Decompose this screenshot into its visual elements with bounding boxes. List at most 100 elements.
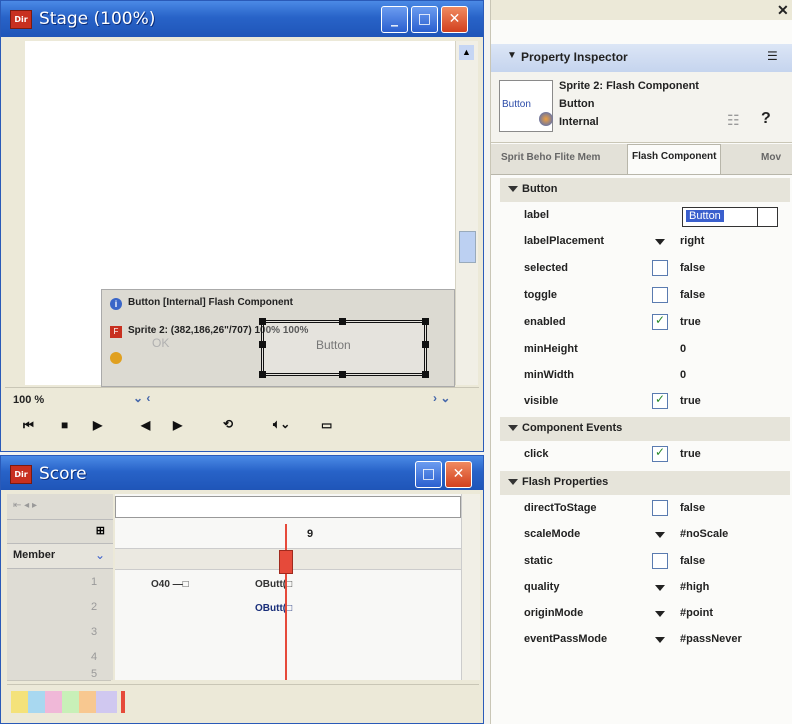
prop-enabled[interactable]: enabled true — [500, 310, 790, 336]
static-checkbox[interactable] — [652, 553, 668, 569]
resize-handle[interactable] — [422, 341, 429, 348]
score-titlebar[interactable]: Dir Score □ ✕ — [1, 456, 483, 490]
close-button[interactable]: ✕ — [441, 6, 468, 33]
help-icon[interactable]: ? — [761, 110, 771, 128]
stage-bottom-bar: 100 % ⌄ ‹ › ⌄ ⏮ ■ ▶ ◀ ▶ ⟲ 🔈︎⌄ ▭ — [5, 387, 479, 448]
play-icon[interactable]: ▶ — [93, 418, 102, 432]
prop-labelPlacement[interactable]: labelPlacement right — [500, 229, 790, 255]
score-label-strip[interactable] — [115, 496, 461, 518]
section-flash-properties[interactable]: Flash Properties — [500, 471, 790, 495]
dropdown-arrow-icon[interactable] — [655, 532, 665, 538]
member-label: Member — [13, 549, 56, 561]
script-channel-icon[interactable]: ⊞ — [7, 520, 113, 544]
behavior-icon — [110, 352, 122, 364]
stage-title: Stage (100%) — [39, 9, 156, 29]
sprite-span[interactable]: OButt(□ — [255, 578, 319, 594]
maximize-button[interactable]: □ — [411, 6, 438, 33]
member-name: Button — [559, 98, 595, 110]
resize-handle[interactable] — [422, 318, 429, 325]
dropdown-arrow-icon[interactable] — [655, 239, 665, 245]
playhead-handle[interactable] — [279, 550, 293, 574]
prop-eventPassMode[interactable]: eventPassMode #passNever — [500, 627, 790, 653]
step-forward-icon[interactable]: ▶ — [173, 418, 182, 432]
enabled-checkbox[interactable] — [652, 313, 668, 330]
prop-minHeight[interactable]: minHeight 0 — [500, 337, 790, 363]
zoom-level[interactable]: 100 % — [13, 394, 44, 406]
collapse-triangle-icon[interactable]: ▼ — [507, 50, 517, 61]
section-button[interactable]: Button — [500, 178, 790, 202]
zoom-dropdown-icon[interactable]: ⌄ ‹ — [133, 391, 150, 405]
scroll-right-arrows-icon[interactable]: › ⌄ — [433, 391, 450, 405]
score-scroll-marker[interactable] — [121, 691, 125, 713]
dropdown-arrow-icon[interactable] — [655, 585, 665, 591]
close-icon[interactable]: ✕ — [777, 2, 789, 19]
panel-menu-icon[interactable]: ☰ — [767, 49, 778, 63]
stop-icon[interactable]: ■ — [61, 418, 68, 432]
sprite-color-chips[interactable] — [11, 691, 117, 713]
inspector-tabs: Sprit Beho Flite Mem Flash Component Mov — [491, 144, 792, 175]
list-view-icon[interactable]: ☷ — [727, 112, 740, 129]
selected-frames-icon[interactable]: ▭ — [321, 418, 332, 432]
member-dropdown[interactable]: Member ⌄ — [7, 544, 113, 569]
sprite-span[interactable]: O40 —□ — [151, 578, 215, 594]
prop-selected[interactable]: selected false — [500, 256, 790, 282]
toggle-checkbox[interactable] — [652, 287, 668, 303]
channel-row[interactable]: 3 — [7, 620, 111, 646]
sprite-span-selected[interactable]: OButt(□ — [255, 602, 319, 618]
prop-directToStage[interactable]: directToStage false — [500, 496, 790, 522]
sprite-toolbar[interactable]: ⇤ ◂ ▸ — [7, 494, 113, 520]
section-component-events[interactable]: Component Events — [500, 417, 790, 441]
resize-handle[interactable] — [259, 318, 266, 325]
collapse-triangle-icon — [508, 479, 518, 485]
dropdown-arrow-icon[interactable] — [655, 637, 665, 643]
click-checkbox[interactable] — [652, 445, 668, 462]
resize-handle[interactable] — [339, 318, 346, 325]
volume-icon[interactable]: 🔈︎⌄ — [273, 417, 290, 432]
tab-flash-component[interactable]: Flash Component — [627, 144, 722, 174]
loop-icon[interactable]: ⟲ — [223, 417, 233, 431]
scroll-thumb[interactable] — [459, 231, 476, 263]
selected-button-sprite[interactable]: Button — [259, 318, 429, 378]
sprite-button-label: Button — [316, 338, 351, 352]
inspector-header[interactable]: ▼ Property Inspector ☰ — [491, 44, 792, 73]
resize-handle[interactable] — [422, 371, 429, 378]
channel-row[interactable]: 1 — [7, 570, 111, 596]
prop-click[interactable]: click true — [500, 442, 790, 468]
minimize-button[interactable]: _ — [381, 6, 408, 33]
stage-vertical-scrollbar[interactable]: ▲ — [455, 41, 478, 385]
directToStage-checkbox[interactable] — [652, 500, 668, 516]
inspector-topbar: ✕ — [491, 0, 792, 20]
prop-scaleMode[interactable]: scaleMode #noScale — [500, 522, 790, 548]
prop-quality[interactable]: quality #high — [500, 575, 790, 601]
prop-static[interactable]: static false — [500, 549, 790, 575]
director-app-icon: Dir — [10, 465, 32, 484]
prop-minWidth[interactable]: minWidth 0 — [500, 363, 790, 389]
step-back-icon[interactable]: ◀ — [141, 418, 150, 432]
score-grid[interactable]: 9 O40 —□ OButt(□ OButt(□ — [115, 494, 461, 680]
collapse-triangle-icon — [508, 186, 518, 192]
score-window: Dir Score □ ✕ ⇤ ◂ ▸ ⊞ Member ⌄ 1 2 3 4 5… — [0, 455, 484, 724]
dropdown-arrow-icon[interactable] — [655, 611, 665, 617]
prop-originMode[interactable]: originMode #point — [500, 601, 790, 627]
playhead[interactable] — [285, 524, 287, 680]
resize-handle[interactable] — [339, 371, 346, 378]
channel-row[interactable]: 2 — [7, 595, 111, 621]
close-button[interactable]: ✕ — [445, 461, 472, 488]
rewind-icon[interactable]: ⏮ — [23, 418, 34, 433]
visible-checkbox[interactable] — [652, 392, 668, 409]
prop-visible[interactable]: visible true — [500, 389, 790, 415]
score-vertical-scrollbar[interactable] — [461, 494, 480, 680]
frame-marker: 9 — [307, 528, 314, 540]
scroll-up-arrow-icon[interactable]: ▲ — [459, 45, 474, 60]
stage-titlebar[interactable]: Dir Stage (100%) _ □ ✕ — [1, 1, 483, 37]
tab-movie[interactable]: Mov — [757, 146, 785, 170]
channel-row[interactable]: 5 — [7, 668, 111, 681]
resize-handle[interactable] — [259, 341, 266, 348]
prop-toggle[interactable]: toggle false — [500, 283, 790, 309]
resize-handle[interactable] — [259, 371, 266, 378]
flash-member-icon — [539, 112, 553, 126]
maximize-button[interactable]: □ — [415, 461, 442, 488]
tab-sprite-behavior-filter-member[interactable]: Sprit Beho Flite Mem — [497, 146, 604, 170]
selected-checkbox[interactable] — [652, 260, 668, 276]
label-input[interactable]: Button — [682, 207, 778, 227]
